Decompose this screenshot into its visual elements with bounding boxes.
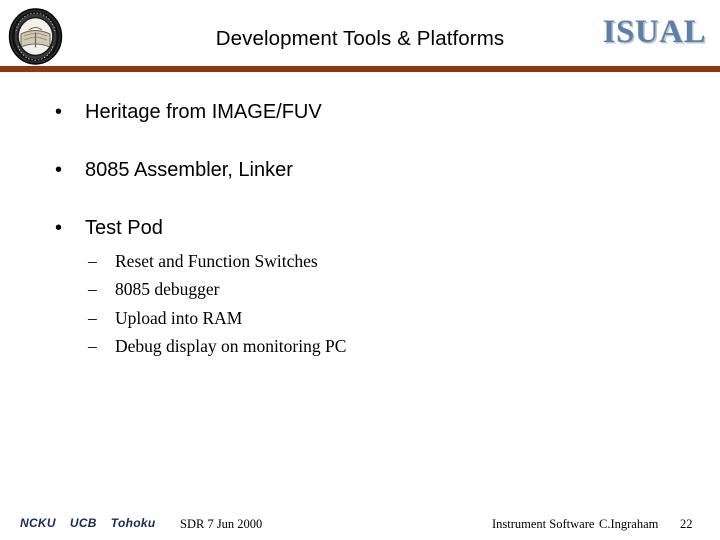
institution-ncku: NCKU (20, 516, 56, 530)
slide-header: Development Tools & Platforms ISUAL (0, 0, 720, 73)
institution-tohoku: Tohoku (110, 516, 156, 530)
dash-marker-icon: – (88, 279, 97, 300)
bullet-marker-icon: • (55, 101, 63, 123)
sub-bullet-text: 8085 debugger (115, 279, 220, 300)
bullet-item-heritage: • Heritage from IMAGE/FUV (0, 100, 720, 125)
bullet-item-assembler: • 8085 Assembler, Linker (0, 158, 720, 183)
isual-logo: ISUAL (602, 14, 706, 50)
sub-bullet-text: Upload into RAM (115, 307, 243, 328)
sub-bullet-item: – Reset and Function Switches (0, 247, 720, 275)
bullet-item-test-pod: • Test Pod (0, 216, 720, 241)
dash-marker-icon: – (88, 251, 97, 271)
bullet-marker-icon: • (55, 159, 63, 181)
bullet-text: 8085 Assembler, Linker (85, 159, 293, 181)
sub-bullet-list: – Reset and Function Switches – 8085 deb… (0, 247, 720, 360)
dash-marker-icon: – (88, 336, 97, 357)
bullet-text: Heritage from IMAGE/FUV (85, 101, 322, 123)
slide-content: • Heritage from IMAGE/FUV • 8085 Assembl… (0, 100, 720, 360)
sub-bullet-item: – 8085 debugger (0, 275, 720, 303)
sub-bullet-text: Debug display on monitoring PC (115, 336, 347, 357)
footer-subsystem-label: Instrument Software (492, 517, 595, 531)
sub-bullet-text: Reset and Function Switches (115, 251, 318, 271)
sub-bullet-item: – Debug display on monitoring PC (0, 332, 720, 360)
bullet-marker-icon: • (55, 217, 63, 239)
slide-footer: NCKU UCB Tohoku SDR 7 Jun 2000 Instrument … (0, 513, 720, 540)
page-number: 22 (680, 517, 693, 531)
footer-institutions: NCKU UCB Tohoku (20, 516, 155, 530)
bullet-text: Test Pod (85, 217, 163, 239)
footer-review-label: SDR 7 Jun 2000 (180, 517, 263, 531)
footer-author-label: C.Ingraham (599, 517, 659, 531)
institution-ucb: UCB (69, 516, 97, 530)
dash-marker-icon: – (88, 307, 97, 328)
sub-bullet-item: – Upload into RAM (0, 304, 720, 332)
title-divider (0, 66, 720, 72)
